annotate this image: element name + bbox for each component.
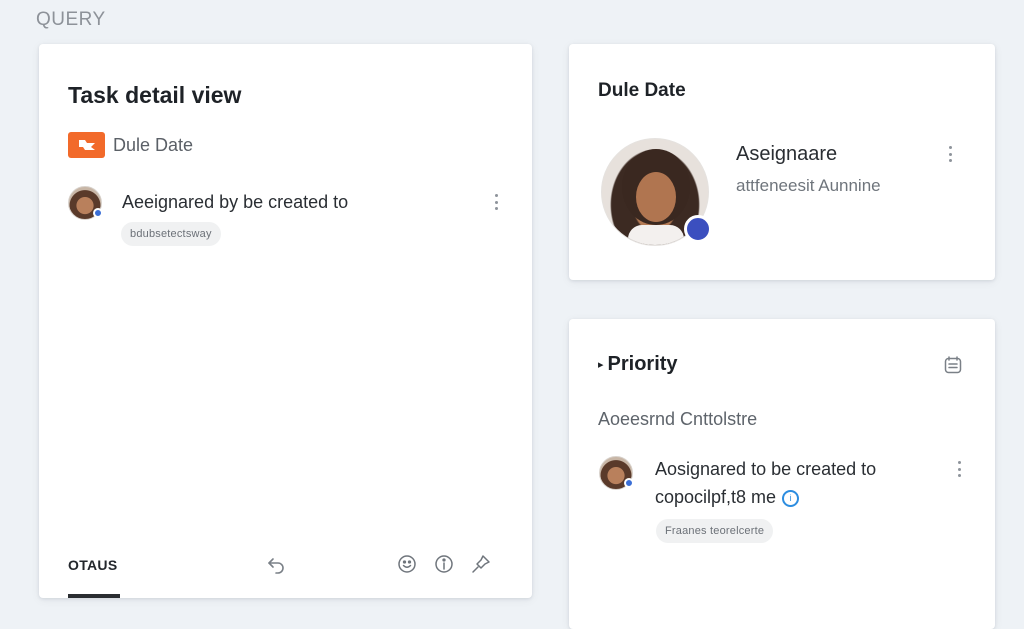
due-date-title: Dule Date (598, 80, 686, 101)
assignee-subtitle: attfeneesit Aunnine (736, 176, 881, 195)
priority-title: Priority (607, 353, 678, 375)
assignee-name: Aseignaare (736, 143, 838, 165)
undo-icon[interactable] (265, 553, 287, 575)
info-icon[interactable] (433, 553, 455, 575)
info-circle-icon[interactable]: i (782, 489, 800, 507)
active-tab-indicator (68, 594, 120, 598)
activity-chip[interactable]: bdubsetectsway (121, 222, 221, 246)
activity-line-1: Aosignared to be created to (655, 459, 877, 479)
more-options-icon[interactable] (944, 144, 956, 164)
flag-icon (68, 132, 105, 158)
online-status-dot (93, 208, 103, 218)
priority-header[interactable]: ▸ Priority (598, 353, 678, 376)
caret-right-icon: ▸ (598, 359, 604, 371)
more-options-icon[interactable] (490, 192, 502, 212)
activity-line-2: copocilpf,t8 me i (655, 487, 800, 508)
emoji-icon[interactable] (396, 553, 418, 575)
more-options-icon[interactable] (953, 459, 965, 479)
avatar[interactable] (599, 456, 634, 490)
avatar[interactable] (68, 186, 103, 220)
activity-line-2-text: copocilpf,t8 me (655, 487, 777, 507)
query-label: QUERY (36, 9, 106, 30)
due-date-label: Dule Date (113, 134, 194, 155)
calendar-icon[interactable] (942, 354, 964, 376)
task-detail-card: Task detail view Dule Date Aeeignared by… (39, 44, 532, 598)
activity-text: Aeeignared by be created to (122, 192, 349, 212)
activity-chip[interactable]: Fraanes teorelcerte (656, 519, 774, 543)
priority-subtitle: Aoeesrnd Cnttolstre (598, 409, 758, 429)
due-date-card: Dule Date Aseignaare attfeneesit Aunnine (569, 44, 995, 280)
due-date-row[interactable]: Dule Date (68, 132, 193, 158)
priority-card: ▸ Priority Aoeesrnd Cnttolstre Aosignare… (569, 319, 995, 629)
online-status-dot (624, 478, 634, 488)
task-title: Task detail view (68, 82, 242, 108)
pin-icon[interactable] (470, 553, 492, 575)
tab-status[interactable]: OTAUS (68, 557, 117, 573)
presence-dot (684, 215, 712, 243)
